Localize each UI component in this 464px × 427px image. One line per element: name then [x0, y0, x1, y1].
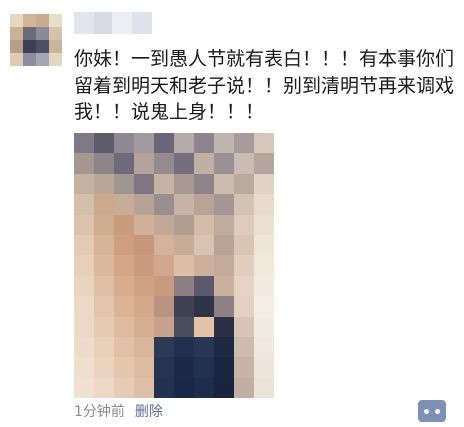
post-text: 你妹！一到愚人节就有表白！！！有本事你们留着到明天和老子说！！别到清明节再来调戏…: [74, 48, 455, 123]
more-actions-icon: [424, 408, 429, 414]
post-photo-pixelated[interactable]: [74, 133, 274, 398]
avatar[interactable]: [10, 14, 62, 66]
more-actions-icon-dot: [435, 408, 440, 414]
post-time: 1分钟前: [74, 404, 125, 420]
username-redacted[interactable]: [74, 12, 152, 34]
comment-button[interactable]: [418, 400, 446, 422]
delete-link[interactable]: 删除: [135, 403, 163, 421]
post-meta: 1分钟前 删除: [74, 403, 163, 421]
